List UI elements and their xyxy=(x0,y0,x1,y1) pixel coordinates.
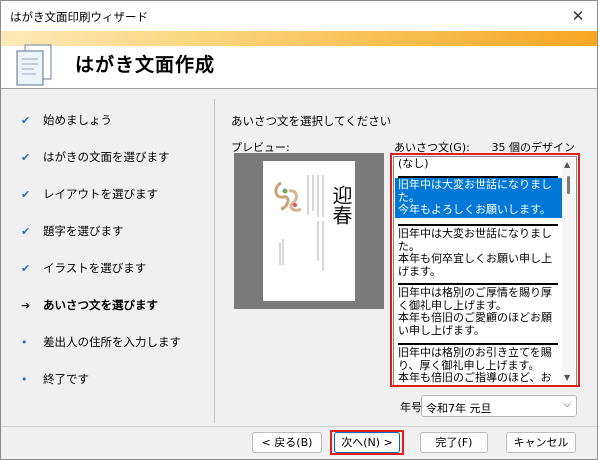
step-label: 終了です xyxy=(43,372,89,386)
postcard-document-icon xyxy=(13,43,55,87)
bullet-icon: • xyxy=(21,373,28,386)
back-button[interactable]: < 戻る(B) xyxy=(252,432,322,453)
wizard-window: はがき文面印刷ウィザード ✕ はがき文面作成 ✔ 始めましょう ✔ はがきの文面を選… xyxy=(0,0,598,460)
option-line: (なし) xyxy=(398,157,429,170)
option-line: い申し上げます。 xyxy=(398,323,485,337)
step-item-current: ➔ あいさつ文を選びます xyxy=(21,297,158,315)
wizard-page-title: はがき文面作成 xyxy=(75,54,216,76)
option-separator xyxy=(398,224,558,226)
preview-title-text: 迎春 xyxy=(329,185,353,225)
checkmark-icon: ✔ xyxy=(21,225,31,238)
greeting-option[interactable]: (なし) xyxy=(395,157,563,172)
cancel-button[interactable]: キャンセル xyxy=(506,432,576,453)
bullet-icon: • xyxy=(21,336,28,349)
option-line: 本年も何卒宜しくお願い申し上 xyxy=(398,252,552,265)
option-line: 旧年中は大変お世話になりまし xyxy=(398,227,552,240)
greeting-option-selected[interactable]: 旧年中は大変お世話になりまし た。 今年もよろしくお願いします。 xyxy=(395,178,563,218)
option-line: 旧年中は大変お世話になりまし xyxy=(398,178,552,191)
greeting-label: あいさつ文(G): xyxy=(394,141,470,154)
step-item: ✔ はがきの文面を選びます xyxy=(21,149,170,167)
step-item: • 差出人の住所を入力します xyxy=(21,334,181,352)
footer-divider xyxy=(1,426,597,427)
header-accent-stripe xyxy=(1,31,597,46)
era-select[interactable]: 令和7年 元旦 ⌵ xyxy=(421,395,577,417)
window-title: はがき文面印刷ウィザード xyxy=(10,10,148,24)
option-line: 本年も倍旧のご指導のほど、お xyxy=(398,371,552,384)
step-label: 差出人の住所を入力します xyxy=(43,335,181,349)
step-item: ✔ レイアウトを選びます xyxy=(21,186,158,204)
option-line: 今年もよろしくお願いします。 xyxy=(398,203,551,216)
wizard-header: はがき文面作成 xyxy=(1,31,597,89)
scroll-up-icon[interactable]: ▲ xyxy=(564,160,570,169)
postcard-preview: 迎春 xyxy=(263,161,355,301)
checkmark-icon: ✔ xyxy=(21,114,31,127)
listbox-scrollbar[interactable]: ▲ ▼ xyxy=(562,158,575,384)
option-line: 本年も倍旧のご愛顧のほどお願 xyxy=(398,311,552,324)
era-select-value: 令和7年 元旦 xyxy=(426,402,492,415)
checkmark-icon: ✔ xyxy=(21,188,31,201)
checkmark-icon: ✔ xyxy=(21,151,31,164)
panel-divider xyxy=(214,99,215,423)
step-item: • 終了です xyxy=(21,371,89,389)
chevron-down-icon: ⌵ xyxy=(563,399,571,410)
design-count: 35 個のデザイン xyxy=(491,141,576,154)
option-line: 旧年中は格別のお引き立てを賜 xyxy=(398,346,552,359)
preview-pane: 迎春 xyxy=(234,153,384,309)
greeting-option[interactable]: 旧年中は大変お世話になりまし た。 本年も何卒宜しくお願い申し上 げます。 xyxy=(395,227,563,279)
step-item: ✔ 始めましょう xyxy=(21,112,112,130)
header-divider xyxy=(1,88,597,89)
step-label: あいさつ文を選びます xyxy=(43,298,158,312)
step-label: 題字を選びます xyxy=(43,224,124,238)
option-separator xyxy=(398,343,558,345)
step-item: ✔ イラストを選びます xyxy=(21,260,146,278)
checkmark-icon: ✔ xyxy=(21,262,31,275)
close-icon[interactable]: ✕ xyxy=(565,3,591,29)
step-label: レイアウトを選びます xyxy=(43,187,158,201)
scroll-down-icon[interactable]: ▼ xyxy=(564,373,570,382)
option-line: 旧年中は格別のご厚情を賜り厚 xyxy=(398,286,552,299)
greeting-option[interactable]: 旧年中は格別のお引き立てを賜 り、厚く御礼申し上げます。 本年も倍旧のご指導のほ… xyxy=(395,346,563,385)
finish-button[interactable]: 完了(F) xyxy=(420,432,488,453)
scrollbar-thumb[interactable] xyxy=(567,176,570,194)
instruction-text: あいさつ文を選択してください xyxy=(231,114,392,128)
option-separator xyxy=(398,283,558,285)
greeting-listbox[interactable]: (なし) 旧年中は大変お世話になりまし た。 今年もよろしくお願いします。 旧年… xyxy=(393,156,577,386)
step-list: ✔ 始めましょう ✔ はがきの文面を選びます ✔ レイアウトを選びます ✔ 題字を選びま… xyxy=(1,90,213,426)
arrow-right-icon: ➔ xyxy=(21,299,31,312)
greeting-option[interactable]: 旧年中は格別のご厚情を賜り厚 く御礼申し上げます。 本年も倍旧のご愛顧のほどお願… xyxy=(395,286,563,338)
step-item: ✔ 題字を選びます xyxy=(21,223,124,241)
option-line: げます。 xyxy=(398,264,441,278)
step-label: 始めましょう xyxy=(43,113,112,127)
step-label: イラストを選びます xyxy=(43,261,147,275)
title-bar: はがき文面印刷ウィザード ✕ xyxy=(1,1,597,31)
next-button[interactable]: 次へ(N) > xyxy=(334,432,400,453)
illustration-icon xyxy=(274,181,302,212)
step-label: はがきの文面を選びます xyxy=(43,150,170,164)
